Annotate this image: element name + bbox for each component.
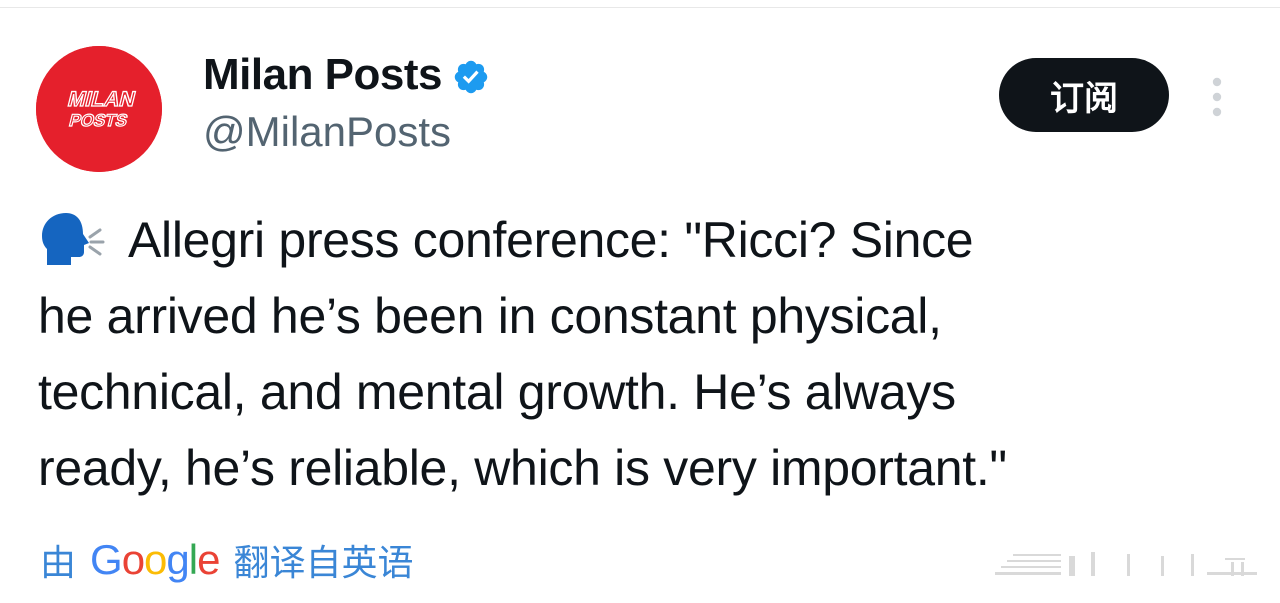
translation-suffix: 翻译自英语 — [233, 543, 414, 584]
author-handle[interactable]: @MilanPosts — [203, 108, 451, 156]
avatar[interactable]: MILAN POSTS — [36, 46, 162, 172]
more-vertical-icon[interactable] — [1205, 74, 1229, 120]
verified-badge-icon — [452, 58, 490, 96]
author-display-name[interactable]: Milan Posts — [203, 50, 443, 100]
tweet-text-line-1-text: Allegri press conference: "Ricci? Since — [128, 212, 974, 268]
translation-prefix: 由 — [40, 543, 77, 584]
avatar-logo-line1: MILAN — [66, 87, 138, 111]
tweet-text-line-3: technical, and mental growth. He’s alway… — [38, 364, 956, 420]
watermark-graphic — [995, 550, 1257, 586]
subscribe-button[interactable]: 订阅 — [999, 58, 1169, 132]
milan-posts-logo: MILAN POSTS — [36, 46, 162, 172]
tweet-text: Allegri press conference: "Ricci? Since … — [38, 202, 1268, 506]
top-divider — [0, 7, 1280, 8]
tweet-text-line-2: he arrived he’s been in constant physica… — [38, 288, 942, 344]
author-name-row: Milan Posts — [203, 50, 490, 100]
tweet-text-line-1: Allegri press conference: "Ricci? Since — [38, 202, 1268, 278]
tweet-text-line-4: ready, he’s reliable, which is very impo… — [38, 440, 1007, 496]
translation-attribution[interactable]: 由 Google 翻译自英语 — [40, 534, 413, 586]
avatar-logo-line2: POSTS — [67, 110, 130, 130]
speaking-head-icon — [38, 211, 114, 267]
google-logo: Google — [90, 536, 220, 583]
